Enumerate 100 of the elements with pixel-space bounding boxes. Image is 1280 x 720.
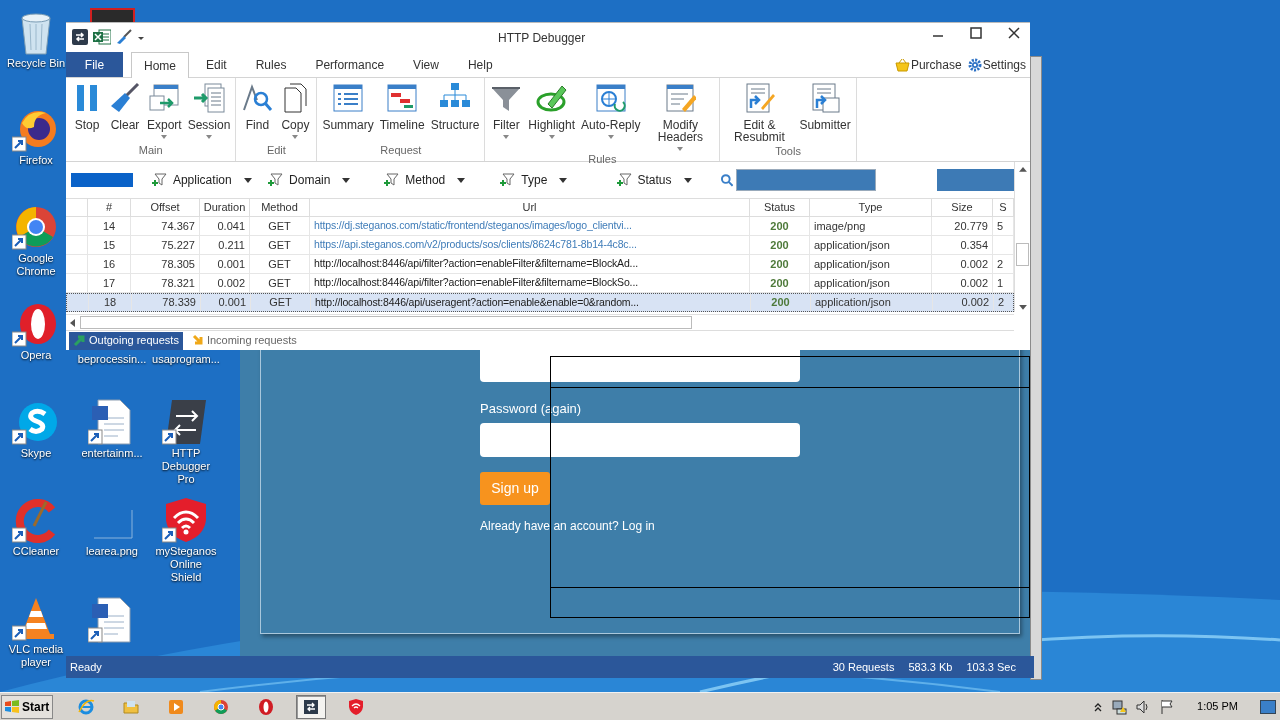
settings-icon[interactable] bbox=[967, 58, 982, 72]
desktop-icon-label[interactable]: mySteganos Online Shield bbox=[154, 545, 218, 584]
desktop-icon-label[interactable]: HTTP Debugger Pro bbox=[154, 447, 218, 486]
app-logo-icon[interactable] bbox=[72, 29, 88, 45]
table-row[interactable]: 14 74.367 0.041 GET https://dj.steganos.com/static/frontend/steganos/images/logo_clientvi... 200 image/png 20.779 5 bbox=[66, 217, 1014, 236]
desktop-icon-label[interactable]: learea.png bbox=[86, 545, 138, 558]
wifi-shield-icon bbox=[347, 697, 365, 716]
ribbon-tab[interactable]: View bbox=[401, 52, 451, 77]
table-cell-text: 0.002 bbox=[959, 256, 988, 272]
column-header[interactable]: Status bbox=[763, 199, 796, 216]
input-field[interactable] bbox=[480, 350, 800, 382]
filter-dropdown[interactable]: Method bbox=[383, 171, 500, 189]
input-field[interactable] bbox=[480, 423, 800, 457]
desktop-icon-label[interactable]: beprocessin... bbox=[77, 353, 147, 366]
table-cell-text: https://dj.steganos.com/static/frontend/steganos/images/logo_clientvi... bbox=[314, 218, 633, 234]
table-cell-text: 75.227 bbox=[160, 237, 195, 253]
taskbar-button[interactable] bbox=[296, 694, 326, 719]
table-cell-text: 0.001 bbox=[216, 256, 245, 272]
internet-explorer-icon bbox=[77, 697, 95, 716]
top-link[interactable]: Purchase bbox=[910, 56, 962, 74]
table-row[interactable]: 16 78.305 0.001 GET http://localhost:8446/api/filter?action=enableFilter&filtername=BlockAd... 200 application/json 0.002 2 bbox=[66, 255, 1014, 274]
column-header[interactable]: Type bbox=[858, 199, 883, 216]
search-icon[interactable] bbox=[719, 173, 734, 187]
ribbon-button[interactable]: Highlight bbox=[526, 82, 578, 139]
ribbon-button[interactable]: Submitter bbox=[797, 82, 853, 131]
ribbon-button[interactable]: Find bbox=[239, 82, 276, 131]
desktop-icon-label[interactable]: Google Chrome bbox=[4, 252, 68, 278]
ribbon-button[interactable]: Modify Headers bbox=[644, 82, 717, 151]
table-cell-text: 200 bbox=[770, 295, 791, 311]
brush-icon[interactable] bbox=[116, 29, 132, 45]
scrollbar-thumb[interactable] bbox=[80, 316, 692, 329]
close-icon[interactable] bbox=[1008, 27, 1020, 39]
brush-icon bbox=[109, 82, 141, 114]
column-header[interactable]: Size bbox=[951, 199, 973, 216]
ribbon-button[interactable]: Export bbox=[145, 82, 184, 139]
desktop-icon-label[interactable]: Skype bbox=[20, 447, 52, 460]
timeline-window-icon bbox=[386, 82, 419, 114]
desktop-icon-label[interactable]: CCleaner bbox=[12, 545, 60, 558]
table-cell-text: GET bbox=[267, 237, 292, 253]
ribbon-button[interactable]: Auto-Reply bbox=[579, 82, 643, 139]
bottom-tab[interactable]: Incoming requests bbox=[186, 331, 301, 350]
table-cell-text: GET bbox=[267, 218, 292, 234]
column-header[interactable]: Offset bbox=[150, 199, 180, 216]
network-icon[interactable] bbox=[1111, 698, 1128, 715]
file-menu-button[interactable]: File bbox=[66, 52, 123, 77]
filter-dropdown[interactable]: Application bbox=[150, 171, 268, 189]
ribbon-button[interactable]: Summary bbox=[320, 82, 376, 131]
toolbar-block[interactable] bbox=[936, 169, 1015, 191]
scrollbar-thumb[interactable] bbox=[1016, 242, 1029, 267]
top-link[interactable]: Settings bbox=[982, 56, 1026, 74]
filter-dropdown[interactable]: Type bbox=[499, 171, 616, 189]
column-header[interactable]: Duration bbox=[203, 199, 246, 216]
up-arrow-icon bbox=[73, 334, 86, 347]
column-header[interactable]: Url bbox=[522, 199, 537, 216]
ribbon-button[interactable]: Structure bbox=[428, 82, 482, 131]
ribbon-button[interactable]: Session bbox=[185, 82, 233, 139]
scroll-up-icon[interactable] bbox=[1017, 165, 1028, 175]
table-cell-text: 74.367 bbox=[160, 218, 195, 234]
desktop-icon-label[interactable]: usaprogram... bbox=[152, 353, 220, 366]
table-cell-text: 78.321 bbox=[160, 275, 195, 291]
column-header[interactable]: # bbox=[105, 199, 113, 216]
ribbon-tab[interactable]: Help bbox=[455, 52, 505, 77]
spreadsheet-icon[interactable] bbox=[93, 29, 111, 45]
clock[interactable]: 1:05 PM bbox=[1197, 698, 1238, 715]
filter-dropdown[interactable]: Domain bbox=[267, 171, 384, 189]
scroll-down-icon[interactable] bbox=[1017, 302, 1028, 312]
desktop-icon-label[interactable]: Recycle Bin bbox=[6, 57, 66, 70]
flag-icon[interactable] bbox=[1159, 698, 1176, 715]
ribbon-button[interactable]: Clear bbox=[107, 82, 143, 131]
scroll-left-icon[interactable] bbox=[68, 317, 78, 328]
ribbon-button[interactable]: Stop bbox=[69, 82, 105, 131]
filter-dropdown[interactable]: Status bbox=[615, 171, 732, 189]
ribbon-button[interactable]: Copy bbox=[277, 82, 314, 139]
bottom-tab[interactable]: Outgoing requests bbox=[69, 331, 183, 350]
search-field[interactable] bbox=[736, 169, 876, 191]
ribbon-tab[interactable]: Home bbox=[131, 52, 189, 78]
desktop-icon-label[interactable]: VLC media player bbox=[4, 643, 68, 669]
desktop-icon-label[interactable]: Opera bbox=[20, 349, 52, 362]
table-cell-text: image/png bbox=[814, 218, 867, 234]
desktop-icon-label[interactable]: entertainm... bbox=[81, 447, 143, 460]
table-row[interactable]: 18 78.339 0.001 GET http://localhost:8446/api/useragent?action=enable&enable=0&random... 200 application/json 0.002 2 bbox=[66, 293, 1014, 312]
vertical-scrollbar[interactable] bbox=[1014, 162, 1030, 312]
ribbon-button[interactable]: Timeline bbox=[377, 82, 427, 131]
horizontal-scrollbar[interactable] bbox=[66, 314, 1014, 330]
chevron-up-icon[interactable] bbox=[1093, 701, 1104, 712]
maximize-icon[interactable] bbox=[970, 27, 982, 39]
ribbon-tab[interactable]: Rules bbox=[243, 52, 299, 77]
table-cell-text: 16 bbox=[101, 256, 117, 272]
table-cell-text: 0.002 bbox=[216, 275, 245, 291]
ribbon-tab[interactable]: Edit bbox=[194, 52, 239, 77]
start-button[interactable]: Start bbox=[1, 694, 53, 719]
table-row[interactable]: 15 75.227 0.211 GET https://api.steganos.com/v2/products/sos/clients/8624c781-8b14-4c8c... 200 application/json 0.354 bbox=[66, 236, 1014, 255]
ribbon-tab[interactable]: Performance bbox=[303, 52, 397, 77]
show-desktop-button[interactable] bbox=[1260, 699, 1276, 714]
column-header[interactable]: Method bbox=[261, 199, 298, 216]
ribbon-button[interactable]: Edit & Resubmit bbox=[723, 82, 796, 143]
ribbon-button[interactable]: Filter bbox=[488, 82, 525, 139]
column-header[interactable]: S bbox=[999, 199, 1007, 216]
desktop-icon-label[interactable]: Firefox bbox=[19, 154, 53, 167]
table-cell-text: 78.305 bbox=[160, 256, 195, 272]
